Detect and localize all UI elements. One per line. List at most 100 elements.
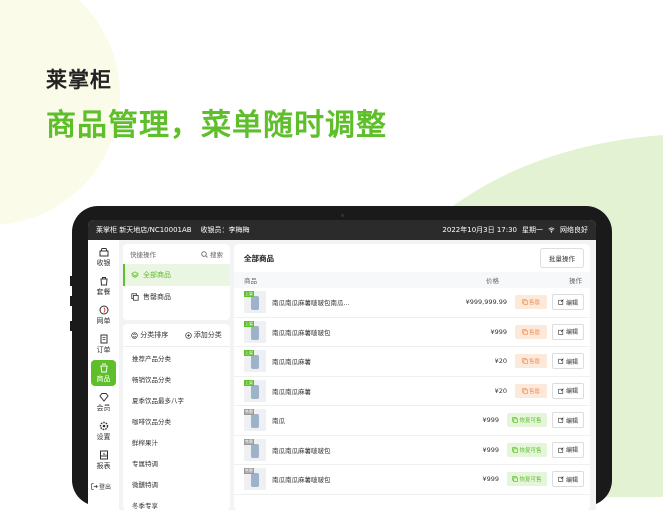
product-thumbnail: 上架 <box>244 379 266 402</box>
product-image <box>251 296 259 311</box>
sort-label: 分类排序 <box>140 331 169 339</box>
cashier-name: 收银员：李梅梅 <box>200 226 250 234</box>
restore-sale-button[interactable]: 恢复可售 <box>507 472 547 487</box>
camera-dot <box>341 214 344 217</box>
quick-title: 快捷操作 <box>130 251 156 259</box>
edit-button[interactable]: 编辑 <box>552 441 584 458</box>
copy-icon <box>522 358 528 365</box>
sold-out-label: 售罄 <box>528 359 540 366</box>
hero-slogan: 商品管理，菜单随时调整 <box>46 108 387 143</box>
product-thumbnail: 上架 <box>244 320 266 343</box>
nav-item-label: 网单 <box>96 316 111 325</box>
combo-icon <box>99 276 109 287</box>
category-item[interactable]: 专属特调 <box>123 452 230 473</box>
nav-item-order[interactable]: 订单 <box>91 331 116 357</box>
product-thumbnail: 上架 <box>244 350 266 373</box>
product-price: ¥20 <box>494 386 507 395</box>
edit-icon <box>558 388 564 394</box>
quick-item-label: 全部商品 <box>143 271 171 279</box>
nav-item-label: 会员 <box>96 403 111 412</box>
category-list: 推荐产品分类 畅销饮品分类 夏季饮品最多八字 咖啡饮品分类 鲜榨果汁 专属特调 微醺特调 冬季… <box>123 347 230 510</box>
product-price: ¥999 <box>482 445 499 454</box>
category-item[interactable]: 冬季专享 <box>123 494 230 510</box>
edit-icon <box>558 417 564 423</box>
edit-icon <box>558 358 564 364</box>
sold-out-button[interactable]: 售罄 <box>515 383 547 398</box>
quick-item-all[interactable]: 全部商品 <box>123 264 230 286</box>
datetime: 2022年10月3日 17:30 <box>442 226 517 234</box>
edit-button[interactable]: 编辑 <box>552 382 584 399</box>
edit-button[interactable]: 编辑 <box>552 323 584 340</box>
edit-icon <box>558 299 564 305</box>
status-tag: 上架 <box>244 379 254 386</box>
nav-item-goods[interactable]: 商品 <box>91 360 116 386</box>
category-item[interactable]: 微醺特调 <box>123 473 230 494</box>
product-price: ¥20 <box>494 357 507 366</box>
edit-button[interactable]: 编辑 <box>552 471 584 488</box>
copy-icon <box>512 446 519 453</box>
restore-label: 恢复可售 <box>519 477 542 484</box>
product-thumbnail: 售罄 <box>244 409 266 432</box>
status-tag: 上架 <box>244 320 254 327</box>
member-icon <box>98 392 109 403</box>
restore-sale-button[interactable]: 恢复可售 <box>507 413 547 428</box>
sold-out-button[interactable]: 售罄 <box>515 324 547 339</box>
product-name: 南瓜南瓜麻薯 <box>272 358 311 367</box>
main-title: 全部商品 <box>244 253 274 263</box>
table-row: 上架南瓜南瓜麻薯啵啵包南瓜... ¥999,999.99 售罄 编辑 <box>234 288 590 318</box>
edit-button[interactable]: 编辑 <box>552 412 584 429</box>
copy-icon <box>512 417 519 424</box>
product-price: ¥999,999.99 <box>465 298 507 307</box>
product-price: ¥999 <box>482 416 499 425</box>
quick-item-soldout[interactable]: 售罄商品 <box>123 286 230 308</box>
batch-operation-button[interactable]: 批量操作 <box>540 248 584 268</box>
product-thumbnail: 售罄 <box>244 438 266 461</box>
goods-main-panel: 全部商品 批量操作 商品 价格 操作 上架 南瓜南瓜麻薯啵啵包南瓜... ¥999,… <box>234 244 590 510</box>
hero-brand: 莱掌柜 <box>46 68 112 92</box>
sort-categories-button[interactable]: 分类排序 <box>131 330 168 340</box>
edit-button[interactable]: 编辑 <box>552 353 584 370</box>
category-item[interactable]: 夏季饮品最多八字 <box>123 389 230 410</box>
search-label: 搜索 <box>210 251 223 259</box>
nav-item-label: 商品 <box>96 374 111 383</box>
product-image <box>251 443 259 458</box>
edit-button[interactable]: 编辑 <box>552 294 584 311</box>
nav-item-label: 收银 <box>96 258 111 267</box>
network-status: 网络良好 <box>560 226 588 234</box>
nav-item-combo[interactable]: 套餐 <box>91 273 116 299</box>
nav-item-member[interactable]: 会员 <box>91 389 116 415</box>
status-tag: 上架 <box>244 291 254 298</box>
app-screen: 莱掌柜 新天地店/NC10001AB 收银员：李梅梅 2022年10月3日 17… <box>88 220 596 510</box>
sold-out-label: 售罄 <box>528 300 540 307</box>
product-price: ¥999 <box>482 475 499 484</box>
sold-out-button[interactable]: 售罄 <box>515 295 547 310</box>
status-tag: 售罄 <box>244 468 254 475</box>
category-item[interactable]: 推荐产品分类 <box>123 347 230 368</box>
product-image <box>251 414 259 429</box>
nav-item-register[interactable]: 收银 <box>91 244 116 270</box>
nav-rail: 收银套餐网单订单商品会员设置报表登出 <box>88 240 119 510</box>
nav-item-settings[interactable]: 设置 <box>91 418 116 444</box>
nav-item-report[interactable]: 报表 <box>91 447 116 473</box>
category-item[interactable]: 畅销饮品分类 <box>123 368 230 389</box>
status-bar: 莱掌柜 新天地店/NC10001AB 收银员：李梅梅 2022年10月3日 17… <box>88 220 596 240</box>
nav-item-online-order[interactable]: 网单 <box>91 302 116 328</box>
restore-sale-button[interactable]: 恢复可售 <box>507 442 547 457</box>
copy-icon <box>522 299 528 306</box>
copy-icon <box>512 476 519 483</box>
copy-icon <box>522 328 528 335</box>
col-price: 价格 <box>486 277 499 285</box>
category-item[interactable]: 鲜榨果汁 <box>123 431 230 452</box>
search-button[interactable]: 搜索 <box>201 249 223 259</box>
sold-out-button[interactable]: 售罄 <box>515 354 547 369</box>
logout-icon <box>91 483 98 490</box>
product-image <box>251 355 259 370</box>
search-icon <box>201 250 208 258</box>
product-name: 南瓜南瓜麻薯啵啵包南瓜... <box>272 299 350 308</box>
category-item[interactable]: 咖啡饮品分类 <box>123 410 230 431</box>
sold-out-label: 售罄 <box>528 388 540 395</box>
wifi-icon <box>548 227 555 233</box>
table-row: 上架 南瓜南瓜麻薯啵啵包 ¥999 售罄 编辑 <box>234 318 590 347</box>
logout-button[interactable]: 登出 <box>91 482 111 491</box>
add-category-button[interactable]: 添加分类 <box>185 330 222 340</box>
